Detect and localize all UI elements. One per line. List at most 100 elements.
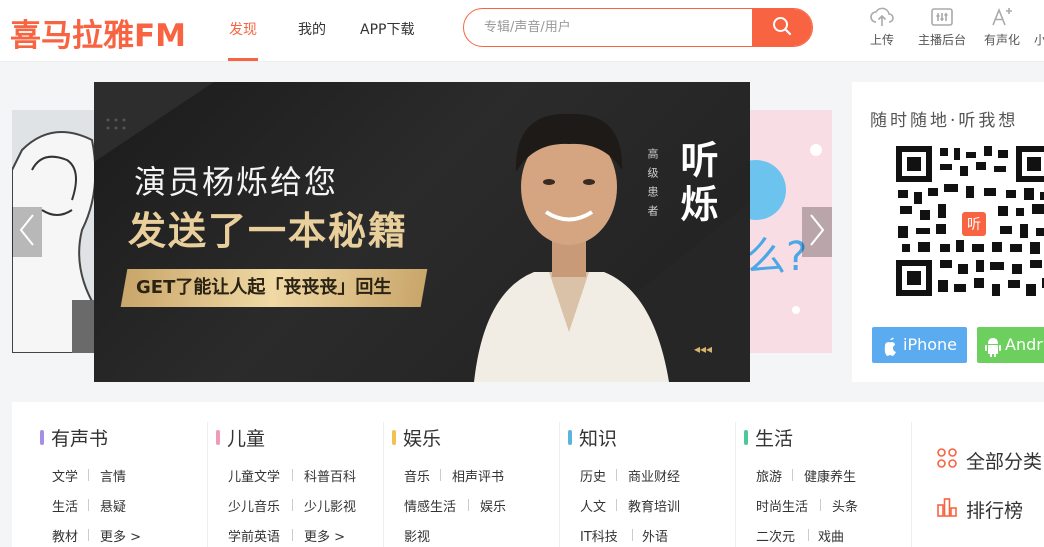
category-title[interactable]: 儿童 (216, 424, 265, 451)
category-link[interactable]: 生活 (52, 496, 78, 515)
link-divider (292, 499, 293, 511)
nav-active-underline (228, 58, 258, 61)
category-link[interactable]: 学前英语 (228, 526, 280, 545)
category-link[interactable]: 外语 (642, 526, 668, 545)
equalizer-icon (912, 6, 972, 28)
link-divider (632, 529, 633, 541)
audioize-button[interactable]: 有声化 (977, 6, 1027, 48)
category-color-bar (216, 430, 220, 445)
link-divider (792, 469, 793, 481)
carousel-prev-button[interactable] (12, 207, 42, 257)
link-divider (292, 529, 293, 541)
category-link[interactable]: 头条 (832, 496, 858, 515)
category-link[interactable]: 相声评书 (452, 466, 504, 485)
android-download-button[interactable]: Andr (977, 327, 1044, 363)
app-download-panel: 随时随地·听我想 听 iPhone Andr (852, 82, 1044, 382)
link-divider (440, 469, 441, 481)
grid-icon (936, 447, 966, 474)
carousel-next-button[interactable] (802, 207, 832, 257)
ranking-icon (936, 496, 966, 523)
category-link[interactable]: 悬疑 (100, 496, 126, 515)
category-title-text: 娱乐 (403, 428, 442, 450)
anchor-backend-button[interactable]: 主播后台 (912, 6, 972, 48)
link-divider (468, 499, 469, 511)
more-icon (1030, 6, 1044, 28)
qr-panel-title: 随时随地·听我想 (870, 111, 1019, 131)
ranking-label: 排行榜 (966, 500, 1024, 522)
audioize-label: 有声化 (983, 33, 1020, 47)
link-divider (616, 469, 617, 481)
category-link[interactable]: 教育培训 (628, 496, 680, 515)
banner-vertical-title: 听烁 (674, 140, 718, 228)
text-plus-icon (977, 6, 1027, 28)
category-link[interactable]: 教材 (52, 526, 78, 545)
chevron-right-icon (809, 213, 825, 251)
search-input[interactable] (464, 9, 754, 46)
link-divider (292, 469, 293, 481)
category-link[interactable]: 情感生活 (404, 496, 456, 515)
category-link[interactable]: 人文 (580, 496, 606, 515)
category-link[interactable]: 旅游 (756, 466, 782, 485)
more-tool-button[interactable]: 小 (1030, 6, 1044, 48)
category-link[interactable]: 文学 (52, 466, 78, 485)
qr-code-image: 听 (894, 144, 1044, 304)
banner-tagline: GET了能让人起「丧丧丧」回生 (120, 269, 428, 307)
column-divider (735, 422, 736, 547)
qr-center-logo: 听 (967, 217, 981, 233)
category-link[interactable]: IT科技 (580, 526, 618, 545)
column-divider (207, 422, 208, 547)
link-divider (820, 499, 821, 511)
all-categories-label: 全部分类 (966, 451, 1043, 473)
category-title[interactable]: 生活 (744, 424, 793, 451)
banner-headline-2: 发送了一本秘籍 (128, 209, 409, 253)
all-categories-link[interactable]: 全部分类 (936, 447, 1042, 474)
banner-vertical-label: 高级患者 (646, 148, 659, 224)
iphone-label: iPhone (903, 335, 958, 354)
more-link[interactable]: 更多 > (100, 526, 141, 545)
column-divider (559, 422, 560, 547)
category-link[interactable]: 戏曲 (818, 526, 844, 545)
category-color-bar (40, 430, 44, 445)
category-title-text: 知识 (579, 428, 618, 450)
android-label: Andr (1005, 335, 1043, 354)
iphone-download-button[interactable]: iPhone (872, 327, 967, 363)
category-link[interactable]: 健康养生 (804, 466, 856, 485)
site-logo[interactable]: 喜马拉雅FM (10, 10, 186, 55)
top-header: 喜马拉雅FM 发现 我的 APP下载 上传 主播后台 有声化 小 (0, 0, 1044, 62)
main-banner[interactable]: 演员杨烁给您 发送了一本秘籍 GET了能让人起「丧丧丧」回生 高级患者 听烁 ◂… (94, 82, 750, 382)
category-link[interactable]: 儿童文学 (228, 466, 280, 485)
link-divider (616, 499, 617, 511)
category-link[interactable]: 音乐 (404, 466, 430, 485)
banner-headline-1: 演员杨烁给您 (134, 163, 339, 201)
category-link[interactable]: 历史 (580, 466, 606, 485)
upload-cloud-icon (857, 6, 907, 28)
category-title[interactable]: 娱乐 (392, 424, 441, 451)
category-title-text: 儿童 (227, 428, 266, 450)
ranking-link[interactable]: 排行榜 (936, 496, 1023, 523)
category-link[interactable]: 少儿音乐 (228, 496, 280, 515)
category-link[interactable]: 二次元 (756, 526, 795, 545)
link-divider (808, 529, 809, 541)
apple-icon (882, 327, 898, 363)
category-link[interactable]: 言情 (100, 466, 126, 485)
nav-mine[interactable]: 我的 (298, 19, 326, 39)
banner-deco-arrows: ◂◂◂ (694, 342, 713, 356)
search-button[interactable] (752, 9, 812, 46)
category-link[interactable]: 时尚生活 (756, 496, 808, 515)
category-link[interactable]: 娱乐 (480, 496, 506, 515)
category-link[interactable]: 商业财经 (628, 466, 680, 485)
nav-app-download[interactable]: APP下载 (360, 19, 414, 39)
link-divider (88, 469, 89, 481)
category-link[interactable]: 科普百科 (304, 466, 356, 485)
more-link[interactable]: 更多 > (304, 526, 345, 545)
android-icon (985, 327, 1001, 363)
category-link[interactable]: 影视 (404, 526, 430, 545)
category-title[interactable]: 知识 (568, 424, 617, 451)
link-divider (88, 529, 89, 541)
category-link[interactable]: 少儿影视 (304, 496, 356, 515)
upload-button[interactable]: 上传 (857, 6, 907, 48)
upload-label: 上传 (869, 33, 894, 47)
svg-text:么?: 么? (746, 234, 807, 280)
nav-discover[interactable]: 发现 (229, 19, 257, 39)
category-title[interactable]: 有声书 (40, 424, 108, 451)
